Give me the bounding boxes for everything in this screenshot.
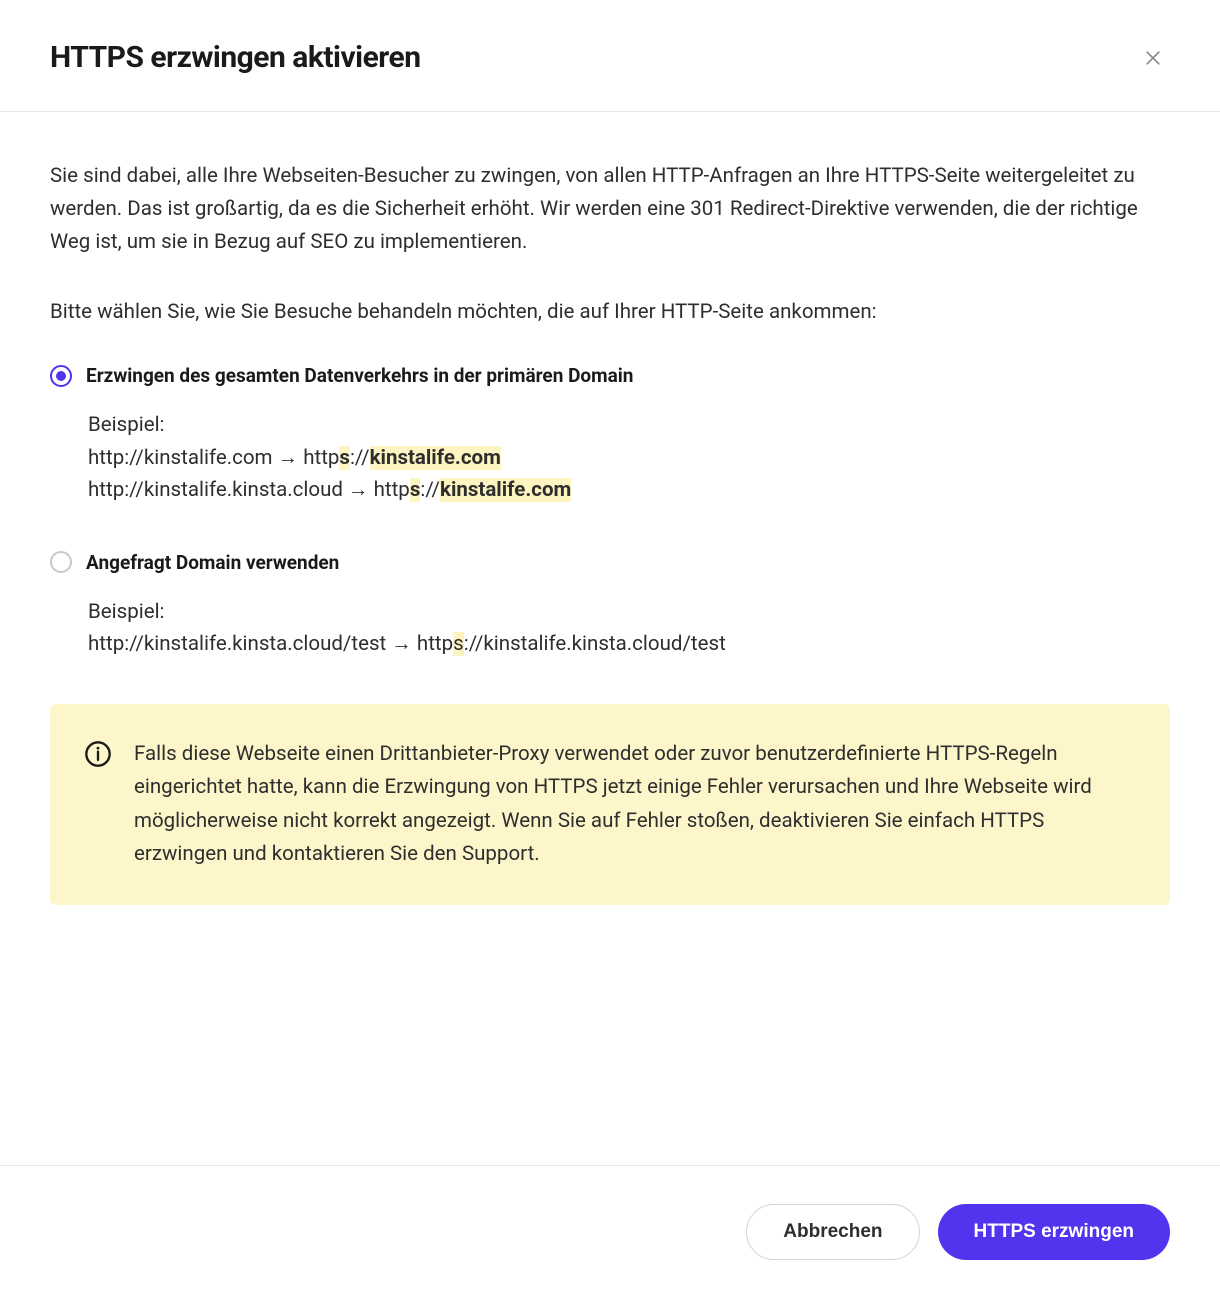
- example-label: Beispiel:: [88, 409, 1170, 441]
- close-icon: [1143, 48, 1163, 68]
- option-row-requested[interactable]: Angefragt Domain verwenden: [50, 551, 1170, 574]
- option-detail-requested: Beispiel: http://kinstalife.kinsta.cloud…: [88, 596, 1170, 661]
- option-row-primary[interactable]: Erzwingen des gesamten Datenverkehrs in …: [50, 364, 1170, 387]
- option-label-primary: Erzwingen des gesamten Datenverkehrs in …: [86, 364, 633, 387]
- close-button[interactable]: [1136, 41, 1170, 75]
- example-line-3: http://kinstalife.kinsta.cloud/test → ht…: [88, 628, 1170, 660]
- modal-header: HTTPS erzwingen aktivieren: [0, 0, 1220, 112]
- intro-text: Sie sind dabei, alle Ihre Webseiten-Besu…: [50, 160, 1170, 260]
- info-box: Falls diese Webseite einen Drittanbieter…: [50, 704, 1170, 905]
- confirm-button[interactable]: HTTPS erzwingen: [938, 1204, 1170, 1260]
- option-requested-domain: Angefragt Domain verwenden Beispiel: htt…: [50, 551, 1170, 661]
- info-text: Falls diese Webseite einen Drittanbieter…: [134, 738, 1130, 871]
- example-label-2: Beispiel:: [88, 596, 1170, 628]
- select-prompt: Bitte wählen Sie, wie Sie Besuche behand…: [50, 296, 1170, 329]
- radio-force-primary[interactable]: [50, 365, 72, 387]
- example-line-1: http://kinstalife.com → https://kinstali…: [88, 442, 1170, 474]
- cancel-button[interactable]: Abbrechen: [746, 1204, 919, 1260]
- example-line-2: http://kinstalife.kinsta.cloud → https:/…: [88, 474, 1170, 506]
- radio-requested-domain[interactable]: [50, 551, 72, 573]
- option-detail-primary: Beispiel: http://kinstalife.com → https:…: [88, 409, 1170, 506]
- modal-force-https: HTTPS erzwingen aktivieren Sie sind dabe…: [0, 0, 1220, 1300]
- modal-footer: Abbrechen HTTPS erzwingen: [0, 1165, 1220, 1300]
- modal-title: HTTPS erzwingen aktivieren: [50, 40, 421, 75]
- modal-body: Sie sind dabei, alle Ihre Webseiten-Besu…: [0, 112, 1220, 1165]
- option-force-primary: Erzwingen des gesamten Datenverkehrs in …: [50, 364, 1170, 506]
- info-icon: [84, 740, 112, 768]
- option-label-requested: Angefragt Domain verwenden: [86, 551, 339, 574]
